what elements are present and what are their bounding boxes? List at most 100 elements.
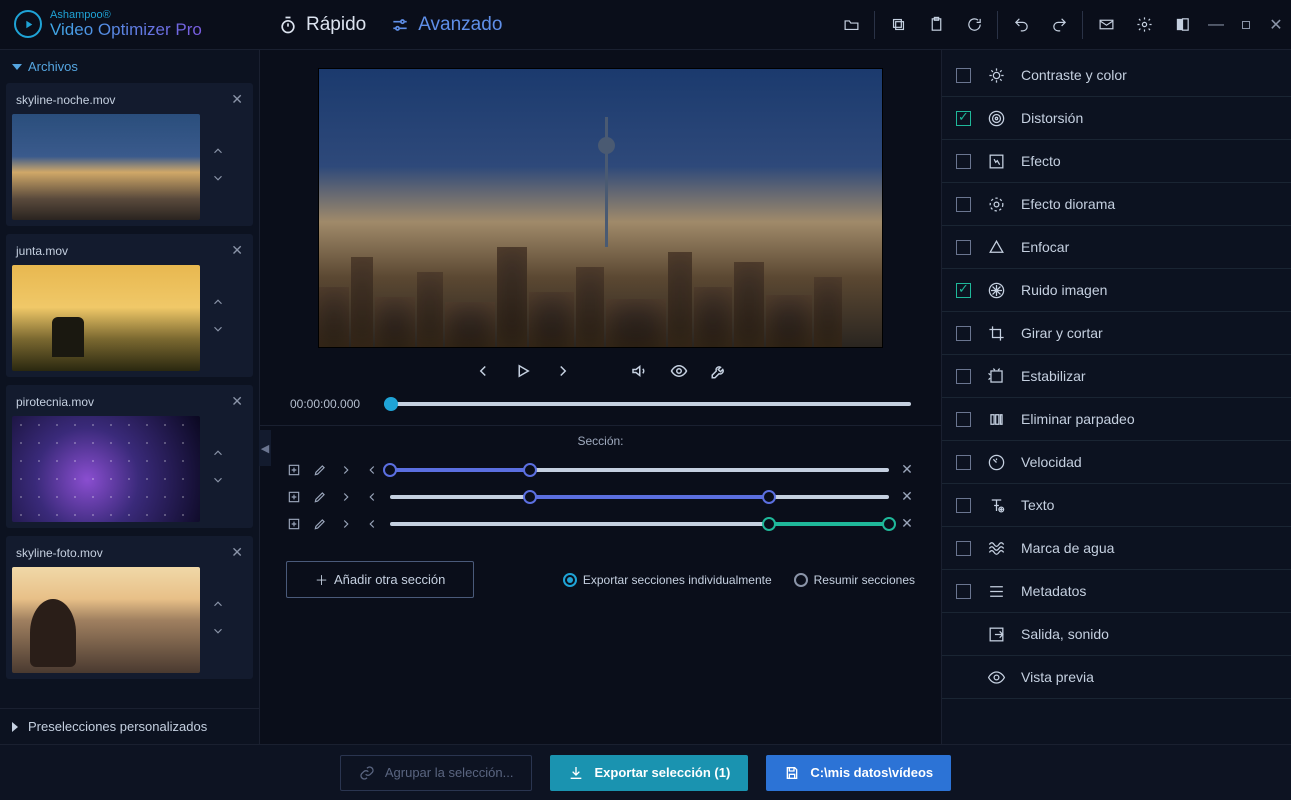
effect-speed[interactable]: Velocidad (942, 441, 1291, 484)
file-card[interactable]: junta.mov ✕ (6, 234, 253, 377)
section-prev-icon[interactable] (364, 489, 380, 505)
file-thumbnail[interactable] (12, 567, 200, 673)
add-section-button[interactable]: ＋ Añadir otra sección (286, 561, 474, 598)
effect-crop[interactable]: Girar y cortar (942, 312, 1291, 355)
section-edit-icon[interactable] (312, 516, 328, 532)
move-up-icon[interactable] (211, 295, 225, 314)
next-frame-icon[interactable] (554, 362, 572, 385)
effect-checkbox[interactable] (956, 541, 971, 556)
section-prev-icon[interactable] (364, 516, 380, 532)
maximize-button[interactable] (1231, 0, 1261, 50)
effect-label: Ruido imagen (1021, 282, 1107, 298)
file-card[interactable]: skyline-foto.mov ✕ (6, 536, 253, 679)
effect-focus[interactable]: Enfocar (942, 226, 1291, 269)
section-edit-icon[interactable] (312, 462, 328, 478)
preview-eye-icon[interactable] (670, 362, 688, 385)
file-thumbnail[interactable] (12, 265, 200, 371)
effect-checkbox[interactable] (956, 326, 971, 341)
export-summary-radio[interactable]: Resumir secciones (794, 573, 915, 587)
refresh-icon[interactable] (955, 0, 993, 50)
tools-icon[interactable] (710, 362, 728, 385)
effect-denoise[interactable]: Ruido imagen (942, 269, 1291, 312)
paste-icon[interactable] (917, 0, 955, 50)
move-down-icon[interactable] (211, 624, 225, 643)
remove-file-icon[interactable]: ✕ (231, 544, 243, 561)
close-button[interactable]: ✕ (1261, 0, 1291, 50)
timecode: 00:00:00.000 (290, 397, 370, 411)
move-down-icon[interactable] (211, 473, 225, 492)
remove-file-icon[interactable]: ✕ (231, 242, 243, 259)
section-next-icon[interactable] (338, 489, 354, 505)
group-selection-button[interactable]: Agrupar la selección... (340, 755, 533, 791)
remove-file-icon[interactable]: ✕ (231, 91, 243, 108)
effect-checkbox[interactable] (956, 154, 971, 169)
presets-header[interactable]: Preselecciones personalizados (0, 708, 259, 744)
section-remove-icon[interactable]: ✕ (899, 515, 915, 532)
move-up-icon[interactable] (211, 446, 225, 465)
effect-preview[interactable]: Vista previa (942, 656, 1291, 699)
volume-icon[interactable] (630, 362, 648, 385)
effect-effect[interactable]: Efecto (942, 140, 1291, 183)
mode-quick-tab[interactable]: Rápido (278, 14, 366, 36)
export-individually-radio[interactable]: Exportar secciones individualmente (563, 573, 772, 587)
timeline-track[interactable] (384, 402, 911, 406)
file-card[interactable]: skyline-noche.mov ✕ (6, 83, 253, 226)
section-track[interactable] (390, 468, 889, 472)
effect-output[interactable]: Salida, sonido (942, 613, 1291, 656)
mail-icon[interactable] (1087, 0, 1125, 50)
section-next-icon[interactable] (338, 462, 354, 478)
file-thumbnail[interactable] (12, 114, 200, 220)
export-selection-button[interactable]: Exportar selección (1) (550, 755, 748, 791)
section-add-icon[interactable] (286, 462, 302, 478)
effect-checkbox[interactable] (956, 498, 971, 513)
undo-icon[interactable] (1002, 0, 1040, 50)
file-card[interactable]: pirotecnia.mov ✕ (6, 385, 253, 528)
effect-metadata[interactable]: Metadatos (942, 570, 1291, 613)
settings-icon[interactable] (1125, 0, 1163, 50)
effect-checkbox[interactable] (956, 584, 971, 599)
section-next-icon[interactable] (338, 516, 354, 532)
remove-file-icon[interactable]: ✕ (231, 393, 243, 410)
effect-checkbox[interactable] (956, 412, 971, 427)
minimize-button[interactable]: — (1201, 0, 1231, 50)
effect-checkbox[interactable] (956, 283, 971, 298)
collapse-left-icon[interactable]: ◀ (259, 430, 271, 466)
prev-frame-icon[interactable] (474, 362, 492, 385)
copy-icon[interactable] (879, 0, 917, 50)
section-add-icon[interactable] (286, 516, 302, 532)
files-header[interactable]: Archivos (0, 50, 259, 83)
effect-checkbox[interactable] (956, 240, 971, 255)
section-remove-icon[interactable]: ✕ (899, 461, 915, 478)
effect-diorama[interactable]: Efecto diorama (942, 183, 1291, 226)
section-remove-icon[interactable]: ✕ (899, 488, 915, 505)
effect-checkbox[interactable] (956, 369, 971, 384)
mode-advanced-tab[interactable]: Avanzado (390, 14, 502, 36)
move-up-icon[interactable] (211, 144, 225, 163)
effect-checkbox[interactable] (956, 455, 971, 470)
file-thumbnail[interactable] (12, 416, 200, 522)
effect-checkbox[interactable] (956, 197, 971, 212)
section-add-icon[interactable] (286, 489, 302, 505)
move-down-icon[interactable] (211, 171, 225, 190)
video-preview[interactable] (318, 68, 883, 348)
theme-icon[interactable] (1163, 0, 1201, 50)
play-icon[interactable] (514, 362, 532, 385)
effect-checkbox[interactable] (956, 111, 971, 126)
section-prev-icon[interactable] (364, 462, 380, 478)
section-header: Sección: (260, 425, 941, 456)
effect-stabilize[interactable]: Estabilizar (942, 355, 1291, 398)
effect-flicker[interactable]: Eliminar parpadeo (942, 398, 1291, 441)
move-up-icon[interactable] (211, 597, 225, 616)
effect-distortion[interactable]: Distorsión (942, 97, 1291, 140)
effect-watermark[interactable]: Marca de agua (942, 527, 1291, 570)
section-track[interactable] (390, 495, 889, 499)
redo-icon[interactable] (1040, 0, 1078, 50)
move-down-icon[interactable] (211, 322, 225, 341)
output-path-button[interactable]: C:\mis datos\vídeos (766, 755, 951, 791)
section-track[interactable] (390, 522, 889, 526)
effect-checkbox[interactable] (956, 68, 971, 83)
section-edit-icon[interactable] (312, 489, 328, 505)
folder-open-icon[interactable] (832, 0, 870, 50)
effect-contrast[interactable]: Contraste y color (942, 54, 1291, 97)
effect-text[interactable]: Texto (942, 484, 1291, 527)
